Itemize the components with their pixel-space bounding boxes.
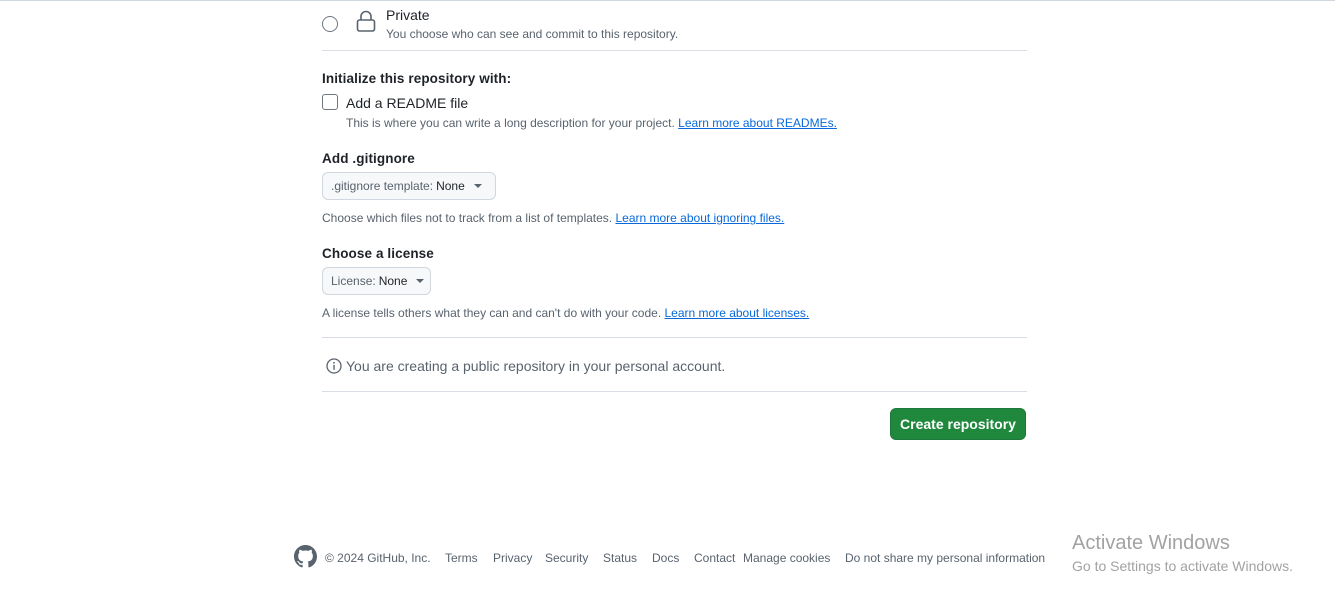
initialize-heading: Initialize this repository with:: [322, 71, 512, 86]
license-select-prefix: License:: [331, 274, 376, 288]
github-logo-icon[interactable]: [294, 545, 317, 568]
activate-windows-title: Activate Windows: [1072, 532, 1230, 554]
caret-down-icon: [416, 279, 425, 283]
private-description: You choose who can see and commit to thi…: [386, 27, 679, 41]
section-divider: [322, 391, 1027, 392]
footer-link-contact[interactable]: Contact: [694, 551, 735, 565]
footer-link-do-not-share[interactable]: Do not share my personal information: [845, 551, 1045, 565]
license-desc-text: A license tells others what they can and…: [322, 306, 662, 320]
activate-windows-subtitle: Go to Settings to activate Windows.: [1072, 558, 1293, 574]
license-select[interactable]: License: None: [322, 267, 431, 295]
footer-link-docs[interactable]: Docs: [652, 551, 679, 565]
footer-link-privacy[interactable]: Privacy: [493, 551, 532, 565]
info-icon: [326, 358, 342, 374]
top-border: [0, 0, 1335, 1]
readme-checkbox[interactable]: [322, 94, 338, 110]
footer-copyright: © 2024 GitHub, Inc.: [325, 551, 431, 565]
lock-icon: [356, 10, 376, 32]
license-heading: Choose a license: [322, 246, 434, 261]
footer-link-manage-cookies[interactable]: Manage cookies: [743, 551, 830, 565]
license-learn-more-link[interactable]: Learn more about licenses.: [665, 306, 810, 320]
private-label: Private: [386, 7, 430, 23]
gitignore-learn-more-link[interactable]: Learn more about ignoring files.: [615, 211, 784, 225]
gitignore-select[interactable]: .gitignore template: None: [322, 172, 496, 200]
readme-description: This is where you can write a long descr…: [346, 116, 837, 130]
section-divider: [322, 337, 1027, 338]
gitignore-select-value: None: [436, 179, 465, 193]
readme-desc-text: This is where you can write a long descr…: [346, 116, 675, 130]
public-repo-notice: You are creating a public repository in …: [346, 358, 726, 374]
gitignore-description: Choose which files not to track from a l…: [322, 211, 784, 225]
section-divider: [322, 50, 1027, 51]
footer-link-security[interactable]: Security: [545, 551, 588, 565]
readme-learn-more-link[interactable]: Learn more about READMEs.: [678, 116, 837, 130]
readme-label[interactable]: Add a README file: [346, 95, 468, 111]
caret-down-icon: [473, 184, 482, 188]
gitignore-desc-text: Choose which files not to track from a l…: [322, 211, 613, 225]
license-description: A license tells others what they can and…: [322, 306, 809, 320]
license-select-value: None: [378, 274, 408, 288]
create-repository-button[interactable]: Create repository: [890, 408, 1026, 440]
footer-link-terms[interactable]: Terms: [445, 551, 478, 565]
gitignore-heading: Add .gitignore: [322, 151, 415, 166]
gitignore-select-prefix: .gitignore template:: [331, 179, 434, 193]
footer-link-status[interactable]: Status: [603, 551, 637, 565]
private-radio[interactable]: [322, 16, 338, 32]
